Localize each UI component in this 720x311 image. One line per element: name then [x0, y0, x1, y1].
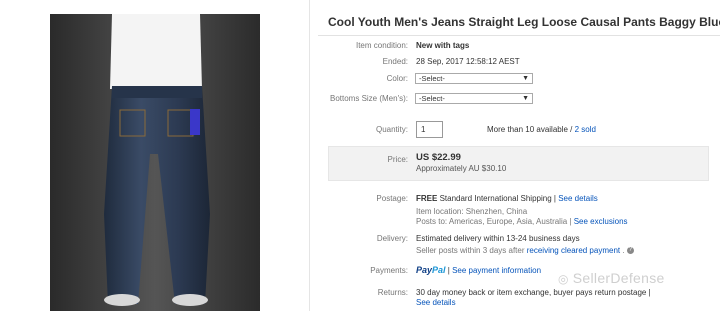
sold-link[interactable]: 2 sold: [575, 125, 596, 134]
availability-count: More than 10 available /: [487, 125, 573, 134]
size-label: Bottoms Size (Men's):: [330, 94, 408, 103]
color-label: Color:: [386, 74, 408, 83]
cleared-payment-link[interactable]: receiving cleared payment: [527, 246, 620, 255]
quantity-label: Quantity:: [375, 125, 408, 134]
postage-free: FREE: [416, 194, 438, 203]
paypal-logo-pal: Pal: [432, 265, 446, 275]
watermark-text: SellerDefense: [572, 270, 665, 286]
color-select-value: -Select-: [419, 74, 445, 83]
condition-label: Item condition:: [355, 41, 408, 50]
delivery-estimate: Estimated delivery within 13-24 business…: [416, 234, 580, 243]
product-photo[interactable]: [50, 14, 260, 311]
seller-posts: Seller posts within 3 days after: [416, 246, 525, 255]
quantity-input[interactable]: 1: [416, 121, 443, 138]
listing-details: Cool Youth Men's Jeans Straight Leg Loos…: [318, 0, 720, 311]
exclusions-link[interactable]: See exclusions: [574, 217, 628, 226]
posts-to-line: Posts to: Americas, Europe, Asia, Austra…: [416, 217, 628, 227]
price-label: Price:: [387, 155, 408, 164]
chevron-down-icon: ▼: [522, 95, 529, 102]
paypal-logo-pay: Pay: [416, 265, 433, 275]
seller-posts-suffix: .: [622, 246, 625, 255]
availability-text: More than 10 available / 2 sold: [487, 125, 596, 135]
paypal-logo: PayPal: [416, 265, 446, 275]
wechat-icon: ◎: [558, 272, 569, 286]
chevron-down-icon: ▼: [522, 75, 529, 82]
delivery-label: Delivery:: [376, 234, 408, 243]
returns-label: Returns:: [377, 288, 408, 297]
jeans-photo-graphic: [50, 14, 260, 311]
postage-line: FREE Standard International Shipping | S…: [416, 194, 598, 204]
photo-panel: [0, 0, 310, 311]
payment-info-link[interactable]: See payment information: [452, 266, 541, 275]
item-location: Item location: Shenzhen, China: [416, 207, 528, 216]
returns-text: 30 day money back or item exchange, buye…: [416, 288, 651, 297]
ended-label: Ended:: [382, 57, 408, 66]
help-icon[interactable]: ?: [626, 247, 634, 255]
listing-title: Cool Youth Men's Jeans Straight Leg Loos…: [328, 15, 720, 29]
postage-service: Standard International Shipping |: [439, 194, 556, 203]
size-select[interactable]: -Select- ▼: [415, 93, 533, 104]
watermark: ◎ SellerDefense: [558, 270, 665, 286]
size-select-value: -Select-: [419, 94, 445, 103]
color-select[interactable]: -Select- ▼: [415, 73, 533, 84]
price-approx: Approximately AU $30.10: [416, 164, 507, 173]
ended-value: 28 Sep, 2017 12:58:12 AEST: [416, 57, 520, 66]
postage-details-link[interactable]: See details: [558, 194, 598, 203]
postage-label: Postage:: [376, 194, 408, 203]
payments-sep: |: [447, 266, 450, 275]
posts-to: Posts to: Americas, Europe, Asia, Austra…: [416, 217, 572, 226]
seller-posts-line: Seller posts within 3 days after receivi…: [416, 246, 634, 256]
returns-details-link[interactable]: See details: [416, 298, 456, 308]
condition-value: New with tags: [416, 41, 470, 50]
title-divider: [318, 35, 720, 36]
payments-label: Payments:: [370, 266, 408, 275]
price-value: US $22.99: [416, 152, 461, 163]
payments-line: PayPal | See payment information: [416, 265, 541, 276]
